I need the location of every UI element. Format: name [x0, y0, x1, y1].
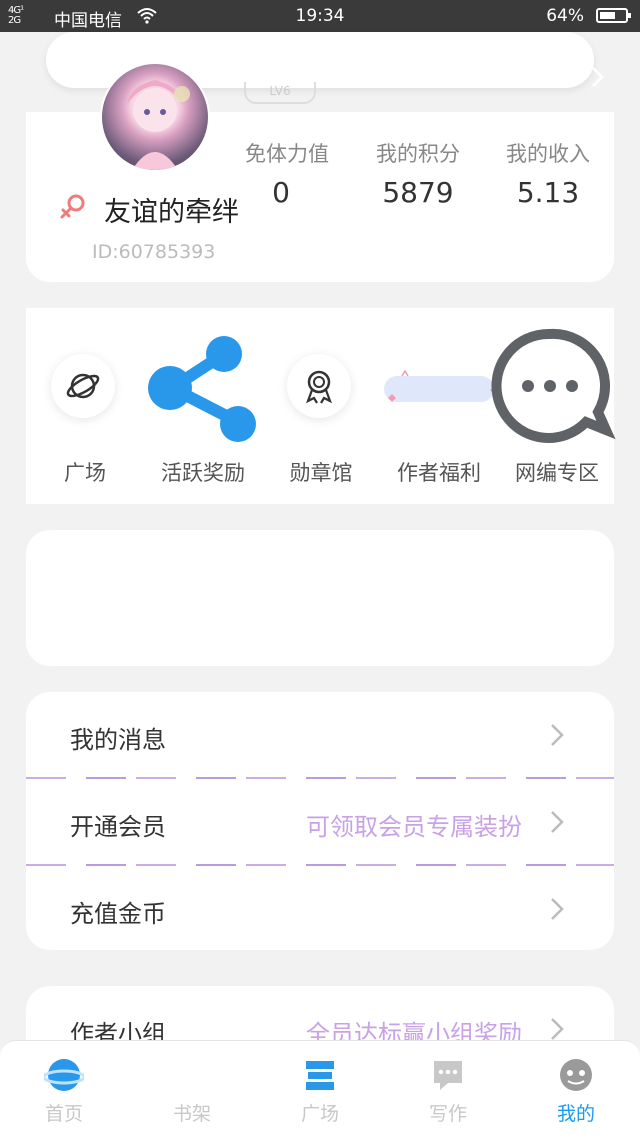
battery-icon — [596, 8, 631, 23]
stat-label: 免体力值 — [245, 142, 329, 166]
square-icon — [306, 1061, 334, 1090]
menu-item-label: 我的消息 — [70, 726, 166, 754]
menu-item-messages[interactable]: 我的消息 — [26, 692, 614, 778]
username: 友谊的牵绊 — [104, 197, 239, 228]
stat-points[interactable]: 我的积分 5879 — [358, 138, 478, 209]
battery-percent: 64% — [546, 6, 584, 26]
stat-value: 5.13 — [516, 176, 580, 209]
profile-icon — [560, 1059, 592, 1091]
stat-value: 0 — [272, 176, 290, 209]
chat-bubble-icon — [491, 328, 616, 443]
shortcut-square[interactable]: 广场 — [26, 308, 144, 504]
status-bar: 4G¹ 2G 中国电信 19:34 64% — [0, 0, 640, 32]
tab-label: 我的 — [556, 1103, 595, 1125]
shortcut-label: 广场 — [64, 461, 106, 485]
banner-card[interactable] — [26, 530, 614, 666]
planet-icon — [51, 354, 115, 418]
user-id: ID:60785393 — [92, 241, 216, 263]
shortcut-label: 网编专区 — [515, 461, 599, 485]
avatar[interactable] — [100, 62, 210, 172]
stat-stamina[interactable]: 免体力值 0 — [227, 138, 347, 209]
tab-bookshelf[interactable]: 书架 — [128, 1041, 256, 1139]
chevron-right-icon — [551, 1018, 564, 1040]
chevron-right-icon — [551, 811, 564, 833]
ribbon-icon — [384, 370, 498, 402]
medal-icon — [287, 354, 351, 418]
tab-mine[interactable]: 我的 — [512, 1041, 640, 1139]
menu-item-label: 开通会员 — [70, 813, 166, 841]
tab-label: 写作 — [428, 1103, 467, 1125]
menu-item-recharge[interactable]: 充值金币 — [26, 866, 614, 952]
level-badge: LV6 — [244, 82, 316, 104]
chevron-right-icon — [551, 898, 564, 920]
chevron-right-icon[interactable] — [590, 62, 606, 92]
bookshelf-icon — [172, 1055, 212, 1095]
stat-income[interactable]: 我的收入 5.13 — [488, 138, 608, 209]
stat-value: 5879 — [382, 176, 454, 209]
clock: 19:34 — [295, 6, 345, 26]
shortcut-author-benefits[interactable]: 作者福利 — [380, 308, 498, 504]
shortcut-row: 广场 活跃奖励 勋章馆 作者福利 网编专区 — [26, 308, 616, 504]
bottom-tab-bar: 首页 书架 广场 写作 我的 — [0, 1040, 640, 1139]
tab-home[interactable]: 首页 — [0, 1041, 128, 1139]
female-gender-icon — [60, 194, 85, 219]
shortcut-editor-zone[interactable]: 网编专区 — [491, 308, 616, 504]
stat-label: 我的收入 — [506, 142, 590, 166]
menu-item-membership[interactable]: 开通会员 可领取会员专属装扮 — [26, 779, 614, 865]
planet-home-icon — [44, 1059, 84, 1091]
menu-item-hint: 可领取会员专属装扮 — [306, 813, 522, 841]
menu-item-label: 充值金币 — [70, 900, 166, 928]
write-icon — [434, 1061, 462, 1090]
tab-label: 首页 — [44, 1103, 83, 1125]
menu-card: 我的消息 开通会员 可领取会员专属装扮 充值金币 — [26, 692, 614, 950]
tab-label: 书架 — [172, 1103, 211, 1125]
shortcut-medal-hall[interactable]: 勋章馆 — [262, 308, 380, 504]
shortcut-label: 活跃奖励 — [161, 461, 245, 485]
shortcut-label: 作者福利 — [397, 461, 481, 485]
shortcut-activity-reward[interactable]: 活跃奖励 — [144, 308, 262, 504]
tab-write[interactable]: 写作 — [384, 1041, 512, 1139]
stat-label: 我的积分 — [376, 142, 460, 166]
avatar-illustration — [127, 80, 190, 170]
tab-label: 广场 — [300, 1103, 339, 1125]
shortcut-label: 勋章馆 — [289, 461, 353, 485]
tab-square[interactable]: 广场 — [256, 1041, 384, 1139]
share-icon — [148, 336, 256, 442]
chevron-right-icon — [551, 724, 564, 746]
